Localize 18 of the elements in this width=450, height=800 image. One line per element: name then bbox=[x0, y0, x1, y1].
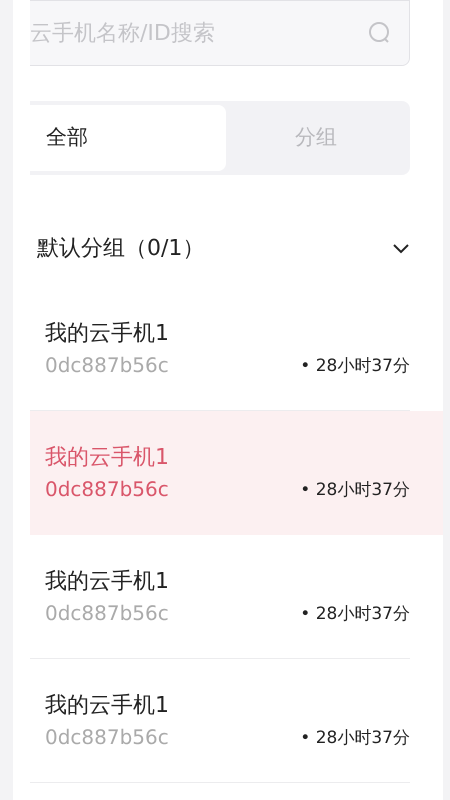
device-row[interactable]: 我的云手机1 0dc887b56c • 28小时37分 bbox=[30, 659, 410, 783]
device-row[interactable]: 我的云手机1 0dc887b56c • 28小时37分 bbox=[30, 411, 443, 535]
usage-time: • 28小时37分 bbox=[300, 479, 410, 502]
tab[interactable]: 全部 bbox=[30, 105, 226, 171]
group-title: 默认分组（0/1） bbox=[37, 234, 204, 262]
device-name: 我的云手机1 bbox=[45, 692, 169, 720]
usage-time: • 28小时37分 bbox=[300, 726, 410, 750]
device-id: 0dc887b56c bbox=[45, 724, 169, 750]
device-name: 我的云手机1 bbox=[45, 320, 169, 348]
usage-time: • 28小时37分 bbox=[300, 354, 410, 378]
device-id: 0dc887b56c bbox=[45, 352, 169, 378]
device-name: 我的云手机1 bbox=[45, 444, 169, 472]
chevron-icon[interactable] bbox=[392, 242, 410, 254]
device-row[interactable]: 我的云手机1 0dc887b56c • 28小时37分 bbox=[30, 535, 410, 659]
device-id: 0dc887b56c bbox=[45, 476, 169, 503]
usage-time: • 28小时37分 bbox=[300, 602, 410, 626]
device-id: 0dc887b56c bbox=[45, 600, 169, 626]
device-name: 我的云手机1 bbox=[45, 568, 169, 596]
